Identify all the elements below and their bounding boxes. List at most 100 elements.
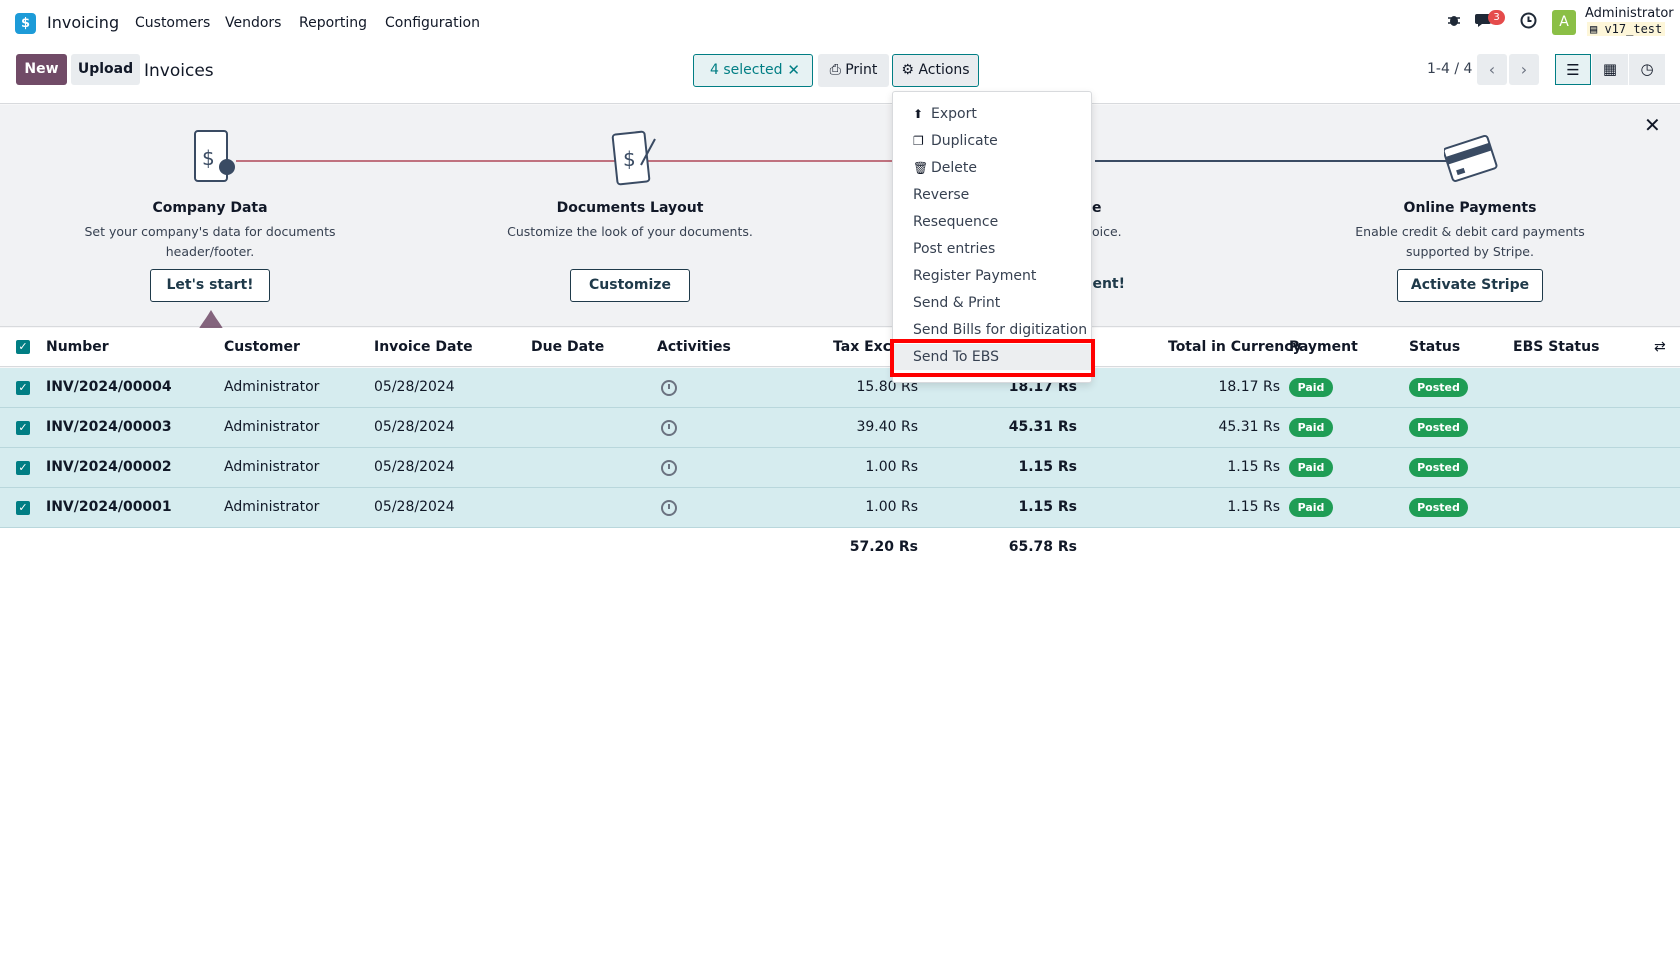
cell-tax-excluded: 1.00 Rs bbox=[865, 499, 918, 515]
step-title-partial: e bbox=[1092, 200, 1102, 216]
top-navbar: $ Invoicing Customers Vendors Reporting … bbox=[0, 0, 1680, 46]
total-tax-excluded: 57.20 Rs bbox=[849, 539, 918, 555]
menu-item-duplicate[interactable]: ❐ Duplicate bbox=[893, 128, 1091, 154]
progress-line-pending bbox=[1095, 160, 1450, 162]
column-ebs-status[interactable]: EBS Status bbox=[1513, 339, 1599, 355]
pager-value[interactable]: 1-4 / 4 bbox=[1427, 61, 1472, 77]
app-name[interactable]: Invoicing bbox=[47, 13, 119, 32]
payment-paid-badge: Paid bbox=[1289, 378, 1333, 397]
user-name[interactable]: Administrator bbox=[1585, 6, 1674, 21]
status-posted-badge: Posted bbox=[1409, 498, 1468, 517]
user-avatar[interactable]: A bbox=[1552, 10, 1576, 35]
table-row[interactable]: ✓ INV/2024/00001 Administrator 05/28/202… bbox=[0, 488, 1680, 528]
payment-paid-badge: Paid bbox=[1289, 458, 1333, 477]
row-checkbox[interactable]: ✓ bbox=[16, 421, 30, 435]
column-due-date[interactable]: Due Date bbox=[531, 339, 604, 355]
column-number[interactable]: Number bbox=[46, 339, 109, 355]
customize-button[interactable]: Customize bbox=[570, 269, 690, 302]
document-layout-icon: $ bbox=[611, 125, 659, 189]
step-title-documents-layout: Documents Layout bbox=[556, 200, 704, 216]
activity-clock-icon[interactable] bbox=[661, 500, 677, 516]
payment-paid-badge: Paid bbox=[1289, 498, 1333, 517]
table-row[interactable]: ✓ INV/2024/00004 Administrator 05/28/202… bbox=[0, 368, 1680, 408]
cell-total-currency: 1.15 Rs bbox=[1227, 459, 1280, 475]
selected-count: 4 selected bbox=[710, 62, 783, 78]
cell-number: INV/2024/00001 bbox=[46, 499, 172, 515]
activity-clock-icon[interactable] bbox=[661, 420, 677, 436]
totals-row: 57.20 Rs 65.78 Rs bbox=[0, 528, 1680, 568]
row-checkbox[interactable]: ✓ bbox=[16, 501, 30, 515]
activity-clock-icon[interactable] bbox=[1517, 12, 1539, 34]
actions-button[interactable]: ⚙ Actions bbox=[892, 54, 979, 87]
activity-view-icon[interactable]: ◷ bbox=[1629, 54, 1665, 85]
control-panel: New Upload Invoices 4 selected ✕ ⎙ Print… bbox=[0, 46, 1680, 104]
activate-stripe-button[interactable]: Activate Stripe bbox=[1397, 269, 1543, 302]
cell-number: INV/2024/00003 bbox=[46, 419, 172, 435]
table-header: ✓ Number Customer Invoice Date Due Date … bbox=[0, 328, 1680, 367]
menu-item-reverse[interactable]: Reverse bbox=[893, 182, 1091, 208]
print-button[interactable]: ⎙ Print bbox=[818, 54, 889, 87]
menu-vendors[interactable]: Vendors bbox=[225, 15, 281, 31]
step-title-online-payments: Online Payments bbox=[1403, 200, 1537, 216]
cell-number: INV/2024/00002 bbox=[46, 459, 172, 475]
activity-clock-icon[interactable] bbox=[661, 460, 677, 476]
step-desc-line: Set your company's data for documents bbox=[84, 224, 336, 239]
debug-bug-icon[interactable] bbox=[1443, 12, 1465, 34]
column-customer[interactable]: Customer bbox=[224, 339, 300, 355]
menu-item-resequence[interactable]: Resequence bbox=[893, 209, 1091, 235]
upload-button[interactable]: Upload bbox=[71, 54, 140, 85]
menu-item-send-print[interactable]: Send & Print bbox=[893, 290, 1091, 316]
kanban-view-icon[interactable]: ▦ bbox=[1592, 54, 1628, 85]
actions-label: Actions bbox=[918, 62, 970, 78]
menu-item-export[interactable]: ⬆ Export bbox=[893, 101, 1091, 127]
step-desc-partial: oice. bbox=[1092, 224, 1122, 239]
column-settings-icon[interactable]: ⇄ bbox=[1654, 339, 1666, 355]
menu-item-label: Delete bbox=[931, 160, 977, 176]
highlight-box bbox=[890, 339, 1095, 377]
table-row[interactable]: ✓ INV/2024/00003 Administrator 05/28/202… bbox=[0, 408, 1680, 448]
column-status[interactable]: Status bbox=[1409, 339, 1460, 355]
select-all-checkbox[interactable]: ✓ bbox=[16, 340, 30, 354]
table-row[interactable]: ✓ INV/2024/00002 Administrator 05/28/202… bbox=[0, 448, 1680, 488]
copy-icon: ❐ bbox=[913, 134, 924, 148]
column-activities[interactable]: Activities bbox=[657, 339, 731, 355]
menu-reporting[interactable]: Reporting bbox=[299, 15, 367, 31]
pager-previous-icon[interactable]: ‹ bbox=[1477, 54, 1507, 85]
gear-icon: ⚙ bbox=[901, 62, 914, 78]
close-banner-icon[interactable]: ✕ bbox=[1644, 113, 1661, 137]
invoicing-app-icon[interactable]: $ bbox=[15, 13, 38, 36]
cell-number: INV/2024/00004 bbox=[46, 379, 172, 395]
step-desc-line: Enable credit & debit card payments bbox=[1355, 224, 1585, 239]
print-label: Print bbox=[845, 62, 878, 78]
total-amount: 65.78 Rs bbox=[1008, 539, 1077, 555]
menu-item-register-payment[interactable]: Register Payment bbox=[893, 263, 1091, 289]
clear-selection-icon[interactable]: ✕ bbox=[787, 55, 800, 86]
document-dollar-icon: $ bbox=[191, 125, 239, 189]
menu-item-label: Duplicate bbox=[931, 133, 998, 149]
column-payment[interactable]: Payment bbox=[1289, 339, 1358, 355]
printer-icon: ⎙ bbox=[829, 62, 841, 78]
cell-total: 1.15 Rs bbox=[1018, 499, 1077, 515]
selection-indicator[interactable]: 4 selected ✕ bbox=[693, 54, 813, 87]
lets-start-button[interactable]: Let's start! bbox=[150, 269, 270, 302]
upload-icon: ⬆ bbox=[913, 107, 924, 121]
new-button[interactable]: New bbox=[16, 54, 67, 85]
menu-customers[interactable]: Customers bbox=[135, 15, 210, 31]
list-view-icon[interactable]: ☰ bbox=[1555, 54, 1591, 85]
cell-tax-excluded: 1.00 Rs bbox=[865, 459, 918, 475]
column-total-currency[interactable]: Total in Currency bbox=[1168, 339, 1302, 355]
activity-clock-icon[interactable] bbox=[661, 380, 677, 396]
step-desc-company-data: Set your company's data for documents hea… bbox=[60, 222, 360, 262]
menu-item-post-entries[interactable]: Post entries bbox=[893, 236, 1091, 262]
status-posted-badge: Posted bbox=[1409, 458, 1468, 477]
pager-next-icon[interactable]: › bbox=[1509, 54, 1539, 85]
menu-item-delete[interactable]: 🗑 Delete bbox=[893, 155, 1091, 181]
row-checkbox[interactable]: ✓ bbox=[16, 461, 30, 475]
cell-total: 1.15 Rs bbox=[1018, 459, 1077, 475]
empty-area bbox=[0, 568, 1680, 963]
column-invoice-date[interactable]: Invoice Date bbox=[374, 339, 473, 355]
onboarding-banner: $ $ Company Data Set your company's data… bbox=[0, 105, 1680, 344]
credit-card-icon bbox=[1442, 125, 1500, 189]
row-checkbox[interactable]: ✓ bbox=[16, 381, 30, 395]
menu-configuration[interactable]: Configuration bbox=[385, 15, 480, 31]
